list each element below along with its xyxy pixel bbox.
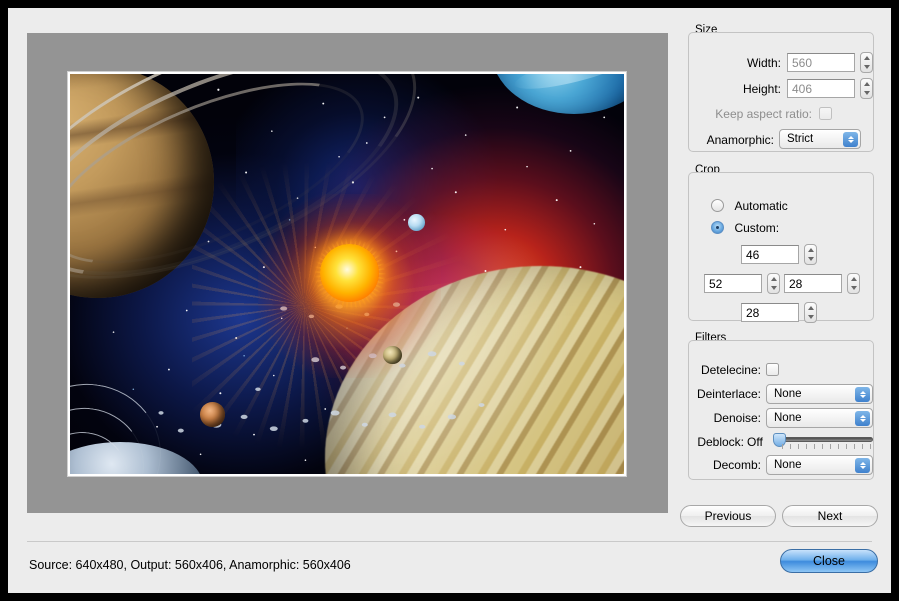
crop-automatic-radio[interactable]: [711, 199, 724, 212]
close-button[interactable]: Close: [780, 549, 878, 573]
deblock-slider-track: [780, 437, 873, 442]
status-text: Source: 640x480, Output: 560x406, Anamor…: [29, 558, 351, 572]
anamorphic-select-value: Strict: [787, 133, 814, 145]
size-group: Size Width: 560 Height: 406 Keep aspect …: [688, 24, 874, 152]
crop-left-input[interactable]: 52: [704, 274, 762, 293]
keep-aspect-ratio-label: Keep aspect ratio:: [715, 107, 812, 121]
crop-automatic-label: Automatic: [734, 199, 788, 213]
height-input[interactable]: 406: [787, 79, 855, 98]
keep-aspect-ratio-checkbox[interactable]: [819, 107, 832, 120]
crop-custom-label: Custom:: [734, 221, 780, 235]
deinterlace-label: Deinterlace:: [696, 387, 761, 401]
crop-right-stepper[interactable]: [847, 273, 860, 294]
width-label: Width:: [746, 56, 781, 70]
next-button[interactable]: Next: [782, 505, 878, 527]
footer-divider: [27, 541, 872, 542]
denoise-select-value: None: [774, 412, 802, 424]
denoise-select[interactable]: None: [766, 408, 873, 428]
denoise-label: Denoise:: [713, 411, 761, 425]
small-blue-moon: [407, 214, 425, 231]
crop-bottom-stepper[interactable]: [804, 302, 817, 323]
deinterlace-select-value: None: [774, 388, 802, 400]
decomb-label: Decomb:: [712, 458, 761, 472]
detelecine-label: Detelecine:: [700, 363, 761, 377]
crop-group: Crop Automatic Custom: 46 52 28 28: [688, 164, 874, 323]
preview-frame: [67, 71, 627, 477]
detelecine-checkbox[interactable]: [766, 363, 779, 376]
chevron-updown-icon: [855, 411, 870, 426]
chevron-updown-icon: [855, 458, 870, 473]
anamorphic-label: Anamorphic:: [706, 133, 774, 147]
anamorphic-select[interactable]: Strict: [779, 129, 861, 149]
height-stepper[interactable]: [860, 78, 873, 99]
filters-group: Filters Detelecine: Deinterlace: None De…: [688, 332, 874, 480]
height-label: Height:: [742, 82, 781, 96]
crop-right-input[interactable]: 28: [784, 274, 842, 293]
crop-top-stepper[interactable]: [804, 244, 817, 265]
crop-automatic-option[interactable]: Automatic: [711, 197, 788, 215]
crop-left-stepper[interactable]: [767, 273, 780, 294]
crop-custom-option[interactable]: Custom:: [711, 219, 779, 237]
mars-planet: [200, 402, 225, 427]
chevron-updown-icon: [855, 387, 870, 402]
width-input[interactable]: 560: [787, 53, 855, 72]
small-tan-moon: [383, 346, 402, 365]
picture-settings-window: Size Width: 560 Height: 406 Keep aspect …: [8, 8, 891, 593]
sun: [320, 244, 379, 302]
crop-custom-radio[interactable]: [711, 221, 724, 234]
deblock-slider[interactable]: [770, 432, 873, 450]
preview-backdrop: [27, 33, 668, 513]
crop-top-input[interactable]: 46: [741, 245, 799, 264]
previous-button[interactable]: Previous: [680, 505, 776, 527]
width-stepper[interactable]: [860, 52, 873, 73]
preview-image: [70, 74, 624, 474]
deblock-value: Off: [747, 435, 763, 449]
chevron-updown-icon: [843, 132, 858, 147]
deinterlace-select[interactable]: None: [766, 384, 873, 404]
decomb-select[interactable]: None: [766, 455, 873, 475]
deblock-slider-ticks: [782, 444, 871, 450]
decomb-select-value: None: [774, 459, 802, 471]
deblock-label: Deblock:: [697, 435, 744, 449]
crop-bottom-input[interactable]: 28: [741, 303, 799, 322]
